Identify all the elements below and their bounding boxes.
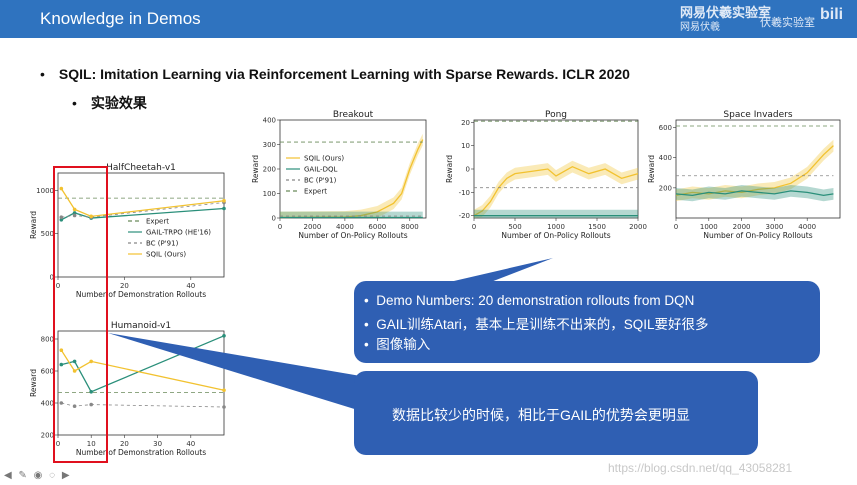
callout-item: • 图像输入 bbox=[364, 337, 431, 352]
x-tick-label: 2000 bbox=[629, 223, 647, 231]
x-tick-label: 500 bbox=[508, 223, 521, 231]
csdn-watermark: https://blog.csdn.net/qq_43058281 bbox=[608, 461, 793, 475]
data-point bbox=[222, 198, 226, 203]
y-tick-label: 400 bbox=[659, 154, 672, 162]
y-tick-label: 800 bbox=[41, 336, 54, 344]
x-tick-label: 1500 bbox=[588, 223, 606, 231]
x-tick-label: 8000 bbox=[401, 223, 419, 231]
x-tick-label: 2000 bbox=[304, 223, 322, 231]
y-tick-label: 400 bbox=[41, 400, 54, 408]
x-axis-label: Number of On-Policy Rollouts bbox=[298, 231, 407, 240]
y-tick-label: 10 bbox=[461, 142, 470, 150]
plot-frame bbox=[279, 119, 427, 219]
x-tick-label: 40 bbox=[186, 440, 195, 448]
data-point bbox=[222, 206, 226, 211]
y-tick-label: 400 bbox=[263, 117, 276, 125]
highlight-box bbox=[53, 166, 108, 463]
legend-label: GAIL-DQL bbox=[304, 166, 337, 174]
conclusion-text: 数据比较少的时候，相比于GAIL的优势会更明显 bbox=[392, 407, 690, 423]
callout-conclusion: 数据比较少的时候，相比于GAIL的优势会更明显 bbox=[354, 371, 758, 455]
paper-bullet: • SQIL: Imitation Learning via Reinforcem… bbox=[40, 66, 630, 82]
x-tick-label: 20 bbox=[120, 282, 129, 290]
x-tick-label: 20 bbox=[120, 440, 129, 448]
legend-label: SQIL (Ours) bbox=[146, 251, 186, 259]
y-tick-label: 600 bbox=[41, 368, 54, 376]
y-axis-label: Reward bbox=[29, 369, 38, 397]
slide-header: Knowledge in Demos 网易伏羲实验室 网易伏羲 伏羲实验室 bi… bbox=[0, 0, 857, 38]
y-axis-label: Reward bbox=[445, 155, 454, 183]
chart-svg: HalfCheetah-v10 20 4005001000Number of Dem… bbox=[29, 163, 226, 299]
callout-item: • Demo Numbers: 20 demonstration rollout… bbox=[364, 293, 695, 308]
x-tick-label: 4000 bbox=[336, 223, 354, 231]
callout-item: • GAIL训练Atari，基本上是训练不出来的，SQIL要好很多 bbox=[364, 317, 709, 332]
x-tick-label: 2000 bbox=[733, 223, 751, 231]
halfcheetah-chart: HalfCheetah-v1 0 20 40 0 500 1000 Number of Dem… bbox=[18, 153, 228, 315]
callout-notes: • Demo Numbers: 20 demonstration rollout… bbox=[354, 281, 820, 363]
chart-title: Pong bbox=[545, 110, 567, 120]
x-tick-label: 0 bbox=[278, 223, 282, 231]
space-invaders-chart: Space Invaders 0 1000 2000 3000 4000 200 400 600… bbox=[647, 108, 841, 252]
x-tick-label: 1000 bbox=[547, 223, 565, 231]
x-axis-label: Number of On-Policy Rollouts bbox=[501, 231, 610, 240]
data-point bbox=[222, 405, 226, 409]
chart-title: Breakout bbox=[333, 110, 374, 120]
y-tick-label: 300 bbox=[263, 141, 276, 149]
chart-svg: Space Invaders 0 1000 2000 3000 4000 200 400 600… bbox=[647, 110, 841, 240]
bilibili-logo: bili bbox=[820, 6, 844, 23]
x-tick-label: 30 bbox=[153, 440, 162, 448]
humanoid-chart: Humanoid-v1 0 10 20 30 40 200 400 600 800 Number o… bbox=[18, 311, 228, 473]
data-point bbox=[222, 334, 226, 338]
chart-svg: Pong 0 500 1000 1500 2000 -20 -10 0 10 20 Number of… bbox=[445, 110, 647, 240]
x-tick-label: 4000 bbox=[798, 223, 816, 231]
y-tick-label: 200 bbox=[41, 432, 54, 440]
y-tick-label: -20 bbox=[459, 212, 470, 220]
netease-fuxi-sublogo: 网易伏羲 bbox=[680, 22, 720, 33]
legend-label: Expert bbox=[146, 218, 169, 226]
chart-title: HalfCheetah-v1 bbox=[106, 163, 176, 173]
x-tick-label: 1000 bbox=[700, 223, 718, 231]
x-tick-label: 6000 bbox=[368, 223, 386, 231]
x-tick-label: 40 bbox=[186, 282, 195, 290]
chart-title: Space Invaders bbox=[723, 110, 792, 120]
y-tick-label: 500 bbox=[41, 230, 54, 238]
breakout-chart: Breakout 0 2000 4000 6000 8000 0 100 200 300 400 Nu… bbox=[246, 108, 427, 252]
legend-label: GAIL-TRPO (HE'16) bbox=[146, 229, 211, 237]
results-label: 实验效果 bbox=[90, 95, 147, 111]
x-tick-label: 0 bbox=[674, 223, 678, 231]
results-bullet: • 实验效果 bbox=[72, 95, 147, 111]
fuxi-lab-logo: 伏羲实验室 bbox=[760, 17, 815, 29]
legend-label: BC (P'91) bbox=[304, 177, 337, 185]
y-tick-label: 200 bbox=[659, 184, 672, 192]
series-band bbox=[474, 209, 638, 218]
y-tick-label: 0 bbox=[466, 166, 470, 174]
slide-title: Knowledge in Demos bbox=[40, 9, 201, 28]
y-axis-label: Reward bbox=[647, 155, 656, 183]
chart-svg: Breakout 0 2000 4000 6000 8000 0 100 200 300 400 Nu… bbox=[251, 110, 427, 240]
pong-chart: Pong 0 500 1000 1500 2000 -20 -10 0 10 20 Number of… bbox=[445, 108, 647, 252]
x-axis-label: Number of On-Policy Rollouts bbox=[703, 231, 812, 240]
y-tick-label: 100 bbox=[263, 190, 276, 198]
legend-label: BC (P'91) bbox=[146, 240, 179, 248]
slide-toolbar[interactable]: ◀ ✎ ◉ ◌ ▶ bbox=[4, 470, 72, 481]
paper-title: SQIL: Imitation Learning via Reinforceme… bbox=[58, 66, 630, 82]
y-tick-label: 0 bbox=[272, 215, 276, 223]
y-tick-label: 600 bbox=[659, 124, 672, 132]
legend-label: Expert bbox=[304, 188, 327, 196]
chart-svg: Humanoid-v10 10 20 30 40200400600800Number o… bbox=[29, 321, 226, 457]
chart-title: Humanoid-v1 bbox=[111, 321, 171, 331]
y-tick-label: 200 bbox=[263, 166, 276, 174]
y-tick-label: 1000 bbox=[36, 187, 54, 195]
data-point bbox=[222, 388, 226, 392]
x-tick-label: 3000 bbox=[765, 223, 783, 231]
y-tick-label: 20 bbox=[461, 119, 470, 127]
x-tick-label: 0 bbox=[472, 223, 476, 231]
y-axis-label: Reward bbox=[251, 155, 260, 183]
y-tick-label: -10 bbox=[459, 189, 470, 197]
legend-label: SQIL (Ours) bbox=[304, 155, 344, 163]
y-axis-label: Reward bbox=[29, 211, 38, 239]
